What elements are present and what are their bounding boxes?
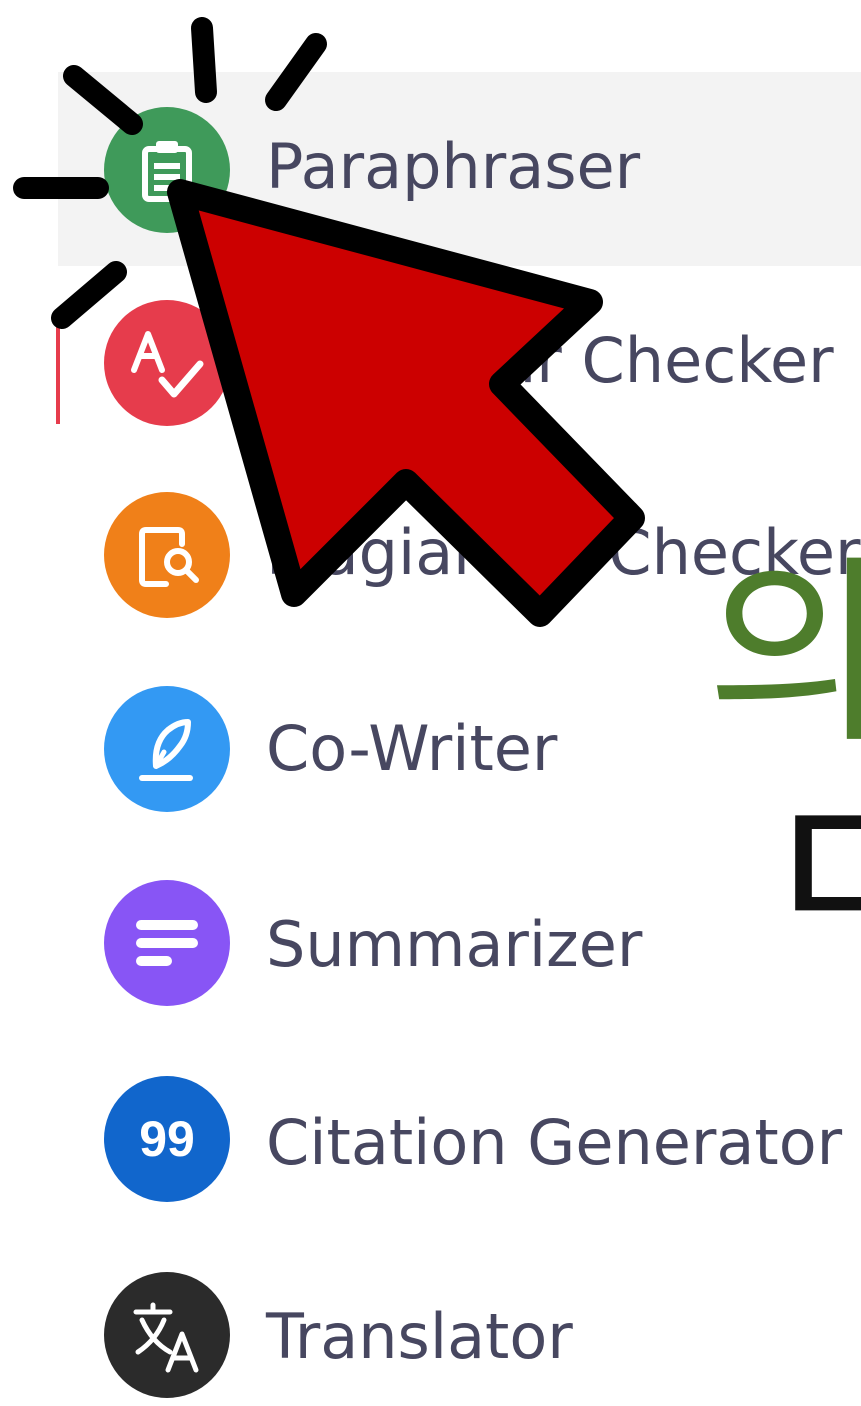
arrow-shape xyxy=(167,179,645,627)
red-arrow-pointer-icon xyxy=(13,17,645,627)
tools-menu-page: Paraphraser Grammar Checker Plagiarism C… xyxy=(0,0,861,1406)
